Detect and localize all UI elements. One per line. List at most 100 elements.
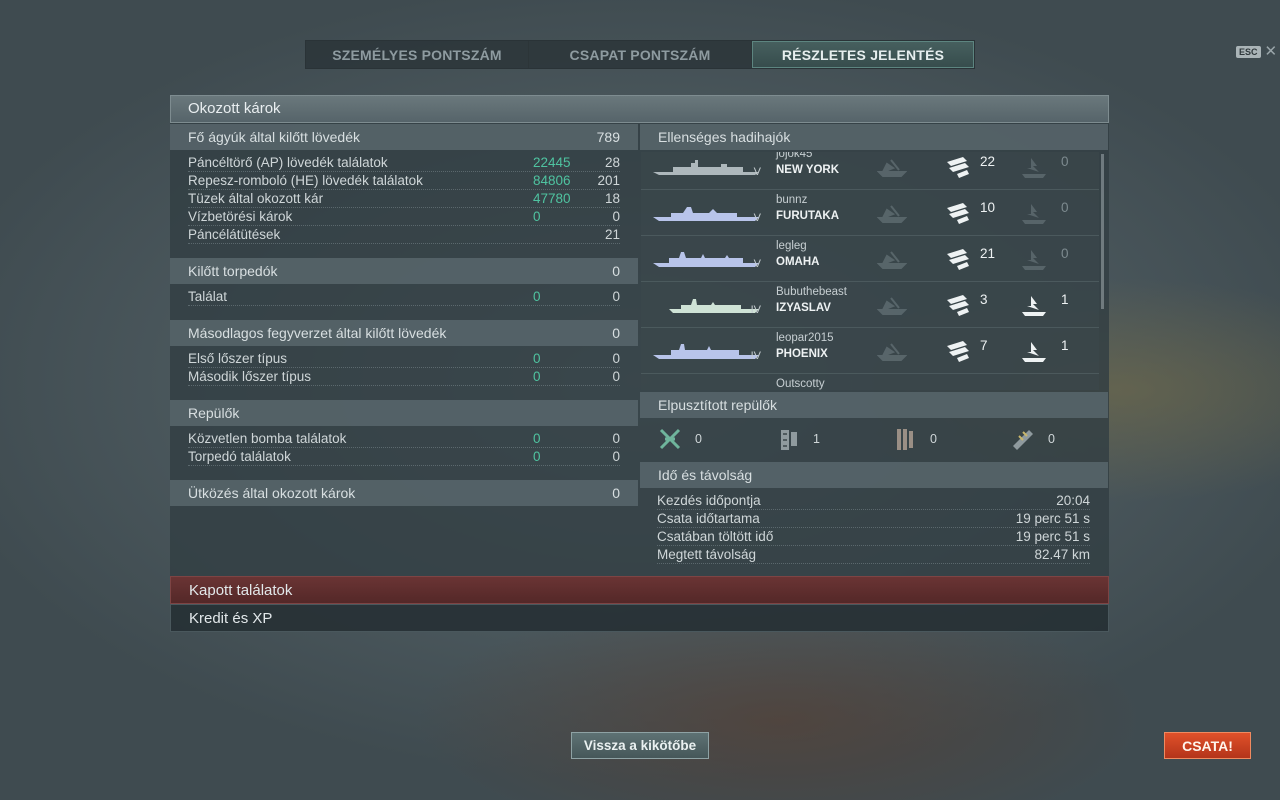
row-label: Közvetlen bomba találatok <box>188 431 347 446</box>
ship-tier: V <box>753 212 761 224</box>
torpedoes-title: Kilőtt torpedók <box>188 263 278 279</box>
main-guns-header: Fő ágyúk által kilőtt lövedék 789 <box>170 124 638 150</box>
row-value: 82.47 km <box>1034 547 1090 562</box>
enemy-ship-list[interactable]: V jojok45 NEW YORK 22 0 V bunnz FURUTAKA… <box>641 152 1107 390</box>
secondary-total: 0 <box>612 325 620 341</box>
ship-player-name: jojok45 <box>776 152 813 160</box>
row-damage: 0 <box>533 351 541 366</box>
ship-name: IZYASLAV <box>776 302 831 314</box>
row-label: Repesz-romboló (HE) lövedék találatok <box>188 173 423 188</box>
secondary-header: Másodlagos fegyverzet által kilőtt löved… <box>170 320 638 346</box>
spotter-plane-icon <box>1013 430 1033 450</box>
battle-button[interactable]: CSATA! <box>1164 732 1251 759</box>
report-tabs: SZEMÉLYES PONTSZÁM CSAPAT PONTSZÁM RÉSZL… <box>305 40 975 69</box>
row-label: Csata időtartama <box>657 511 760 526</box>
ramming-total: 0 <box>612 485 620 501</box>
panel-title[interactable]: Okozott károk <box>170 95 1109 123</box>
secondary-title: Másodlagos fegyverzet által kilőtt löved… <box>188 325 447 341</box>
table-row: Közvetlen bomba találatok 0 0 <box>188 430 620 448</box>
row-label: Vízbetörési károk <box>188 209 293 224</box>
row-label: Csatában töltött idő <box>657 529 774 544</box>
back-to-port-button[interactable]: Vissza a kikötőbe <box>571 732 709 759</box>
list-item[interactable]: IV Bubuthebeast IZYASLAV 3 1 <box>641 282 1099 328</box>
credits-xp-section[interactable]: Kredit és XP <box>170 604 1109 632</box>
sunk-ship-icon <box>877 205 907 223</box>
ship-tier: V <box>753 166 761 178</box>
sunk-ship-icon <box>877 297 907 315</box>
received-hits-section[interactable]: Kapott találatok <box>170 576 1109 604</box>
row-label: Második lőszer típus <box>188 369 312 384</box>
list-item[interactable]: IV leopar2015 PHOENIX 7 1 <box>641 328 1099 374</box>
main-guns-title: Fő ágyúk által kilőtt lövedék <box>188 129 360 145</box>
ship-player-name: bunnz <box>776 194 808 206</box>
aircraft-title: Repülők <box>188 405 240 421</box>
plane-count: 0 <box>930 432 937 446</box>
fires-count: 0 <box>1061 154 1069 169</box>
shell-hits-count: 21 <box>980 246 996 261</box>
fires-count: 0 <box>1061 246 1069 261</box>
ship-name: PHOENIX <box>776 348 828 360</box>
row-label: Első lőszer típus <box>188 351 288 366</box>
table-row: Repesz-romboló (HE) lövedék találatok 84… <box>188 172 620 190</box>
row-damage: 22445 <box>533 155 571 170</box>
tab-team-score[interactable]: CSAPAT PONTSZÁM <box>529 41 752 68</box>
table-row: Megtett távolság 82.47 km <box>657 546 1090 564</box>
table-row: Torpedó találatok 0 0 <box>188 448 620 466</box>
ship-player-name: Outscotty <box>776 378 825 390</box>
shell-hit-icon <box>947 249 969 270</box>
esc-close-button[interactable]: ESC ✕ <box>1236 44 1278 59</box>
cruiser-silhouette-icon <box>653 344 759 359</box>
sunk-ship-icon <box>877 343 907 361</box>
row-count: 0 <box>612 431 620 446</box>
row-count: 0 <box>612 449 620 464</box>
row-count: 21 <box>604 227 620 242</box>
row-label: Páncéltörő (AP) lövedék találatok <box>188 155 388 170</box>
plane-count: 0 <box>695 432 702 446</box>
row-damage: 0 <box>533 449 541 464</box>
list-item[interactable]: V jojok45 NEW YORK 22 0 <box>641 152 1099 190</box>
ship-list-scrollbar[interactable] <box>1101 154 1104 309</box>
row-count: 28 <box>604 155 620 170</box>
row-count: 18 <box>604 191 620 206</box>
shell-hit-icon <box>947 295 969 316</box>
table-row: Kezdés időpontja 20:04 <box>657 492 1090 510</box>
fire-icon <box>1022 204 1046 224</box>
enemy-ships-title: Ellenséges hadihajók <box>658 129 791 145</box>
list-item[interactable]: V bunnz FURUTAKA 10 0 <box>641 190 1099 236</box>
ramming-header: Ütközés által okozott károk 0 <box>170 480 638 506</box>
planes-destroyed-row: 0 1 0 0 <box>641 418 1107 460</box>
table-row: Tüzek által okozott kár 47780 18 <box>188 190 620 208</box>
list-item[interactable]: Outscotty <box>641 374 1099 390</box>
table-row: Páncélátütések 21 <box>188 226 620 244</box>
close-icon[interactable]: ✕ <box>1265 44 1278 59</box>
time-distance-title: Idő és távolság <box>658 467 753 483</box>
row-count: 0 <box>612 351 620 366</box>
fire-icon <box>1022 158 1046 178</box>
ship-tier: V <box>753 258 761 270</box>
row-label: Tüzek által okozott kár <box>188 191 324 206</box>
table-row: Vízbetörési károk 0 0 <box>188 208 620 226</box>
shell-hits-count: 3 <box>980 292 988 307</box>
row-count: 201 <box>597 173 620 188</box>
planes-destroyed-header: Elpusztított repülők <box>640 392 1108 418</box>
fire-icon <box>1022 342 1046 362</box>
table-row: Csatában töltött idő 19 perc 51 s <box>657 528 1090 546</box>
row-label: Torpedó találatok <box>188 449 291 464</box>
ship-player-name: Bubuthebeast <box>776 286 847 298</box>
main-guns-total: 789 <box>596 129 620 145</box>
row-value: 20:04 <box>1056 493 1090 508</box>
tab-detailed-report[interactable]: RÉSZLETES JELENTÉS <box>752 41 974 68</box>
fire-icon <box>1022 296 1046 316</box>
fires-count: 1 <box>1061 292 1069 307</box>
cruiser-silhouette-icon <box>669 299 759 313</box>
tab-personal-score[interactable]: SZEMÉLYES PONTSZÁM <box>306 41 529 68</box>
cruiser-silhouette-icon <box>653 207 759 221</box>
row-damage: 84806 <box>533 173 571 188</box>
list-item[interactable]: V legleg OMAHA 21 0 <box>641 236 1099 282</box>
row-damage: 0 <box>533 369 541 384</box>
shell-hit-icon <box>947 157 969 178</box>
table-row: Első lőszer típus 0 0 <box>188 350 620 368</box>
table-row: Csata időtartama 19 perc 51 s <box>657 510 1090 528</box>
plane-count: 0 <box>1048 432 1055 446</box>
row-label: Találat <box>188 289 228 304</box>
